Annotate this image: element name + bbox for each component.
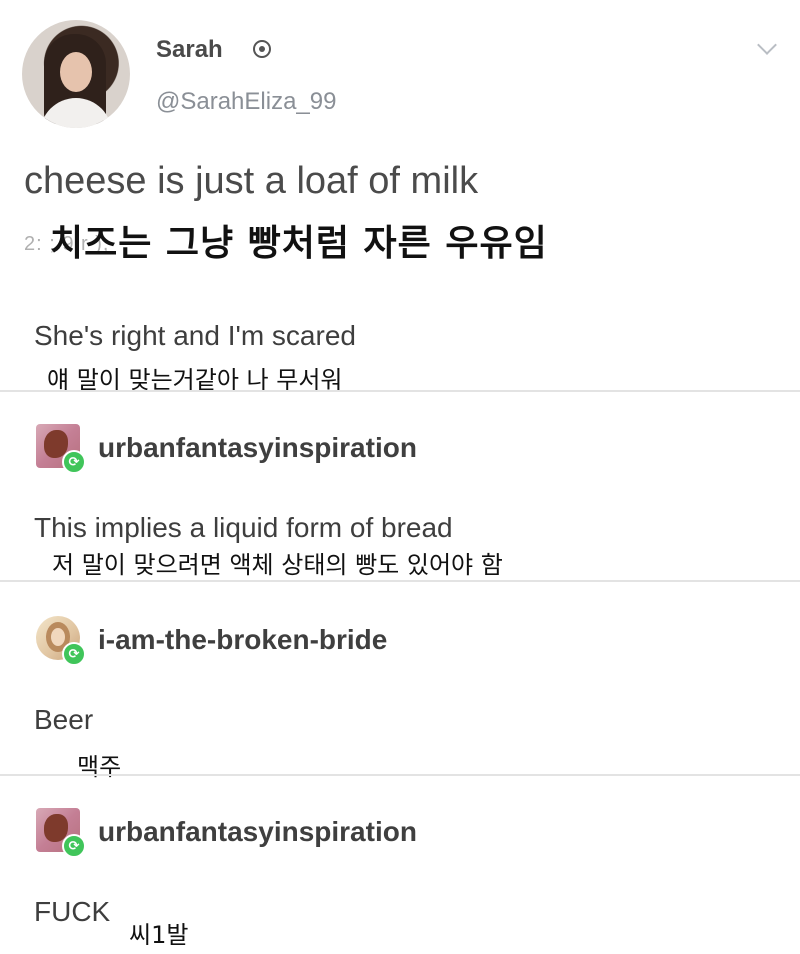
reblog-translation: 저 말이 맞으려면 액체 상태의 빵도 있어야 함: [52, 551, 503, 579]
reblog-icon: ⟳: [62, 450, 86, 474]
reblog-text: Beer: [34, 704, 94, 735]
reblog-avatar[interactable]: ⟳: [36, 424, 86, 474]
divider: [0, 390, 800, 392]
reblog-icon: ⟳: [62, 834, 86, 858]
reblog-username[interactable]: i-am-the-broken-bride: [98, 624, 387, 656]
divider: [0, 774, 800, 776]
post-text: She's right and I'm scared: [34, 320, 356, 351]
reblog-username[interactable]: urbanfantasyinspiration: [98, 816, 417, 848]
display-name[interactable]: Sarah: [156, 36, 223, 64]
chevron-down-icon[interactable]: [757, 35, 777, 55]
reblog-translation: 씨1발: [129, 921, 189, 949]
reblog-translation: 맥주: [77, 753, 122, 781]
tweet-text: cheese is just a loaf of milk: [24, 160, 479, 202]
tweet-translation: 치즈는 그냥 빵처럼 자른 우유임: [50, 223, 548, 264]
divider: [0, 580, 800, 582]
reblog-text: This implies a liquid form of bread: [34, 512, 453, 543]
reblog-text: FUCK: [34, 896, 111, 927]
reblog-username[interactable]: urbanfantasyinspiration: [98, 432, 417, 464]
avatar-face: [60, 52, 92, 92]
reblog-avatar[interactable]: ⟳: [36, 808, 86, 858]
reblog-icon: ⟳: [62, 642, 86, 666]
user-handle[interactable]: @SarahEliza_99: [156, 88, 336, 116]
reblog-avatar[interactable]: ⟳: [36, 616, 86, 666]
verified-icon: [253, 40, 271, 58]
tweet-header: Sarah @SarahEliza_99: [22, 20, 782, 130]
avatar[interactable]: [22, 20, 130, 128]
